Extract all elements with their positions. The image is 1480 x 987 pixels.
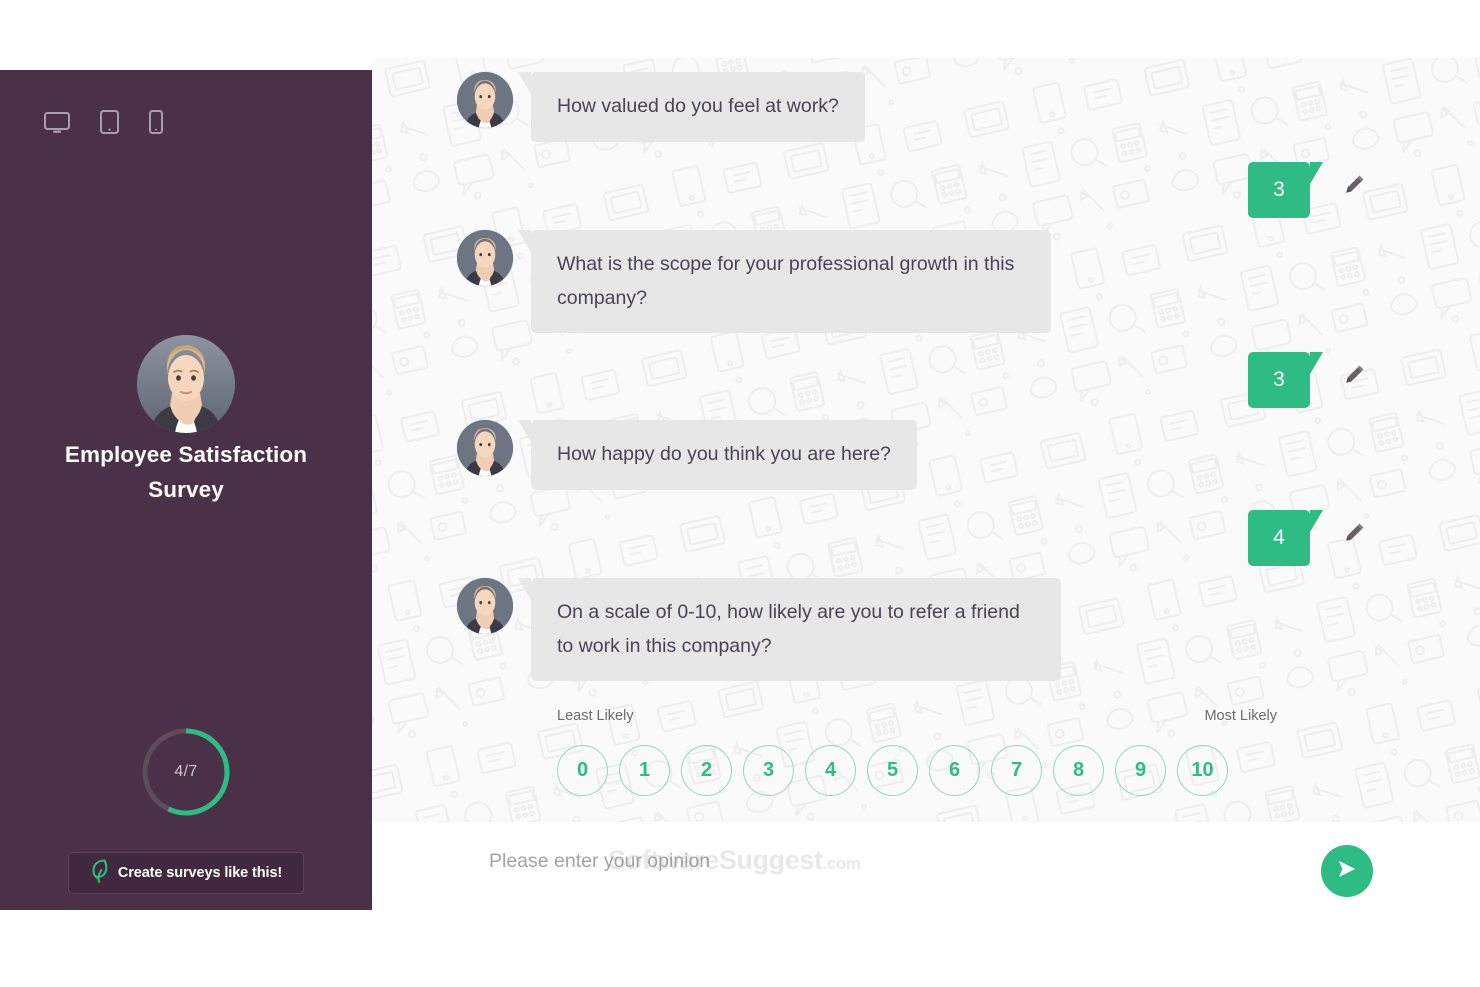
survey-progress-ring: 4/7 [137,723,235,821]
chat-panel: How valued do you feel at work? 3 What i… [372,58,1480,822]
feather-logo-icon [90,858,110,889]
chat-message-answer: 3 [1248,352,1366,408]
chat-message-question: On a scale of 0-10, how likely are you t… [457,578,1061,682]
nps-least-label: Least Likely [557,708,634,724]
chat-message-question: How valued do you feel at work? [457,72,865,142]
question-bubble: How happy do you think you are here? [518,420,917,490]
nps-option-10[interactable]: 10 [1177,745,1228,796]
nps-legend: Least Likely Most Likely [557,708,1277,728]
nps-most-label: Most Likely [1204,708,1277,724]
create-surveys-button[interactable]: Create surveys like this! [68,852,304,894]
create-surveys-label: Create surveys like this! [117,865,283,881]
avatar [457,420,513,476]
send-button[interactable] [1321,845,1373,897]
nps-options: 0 1 2 3 4 5 6 7 8 9 10 [557,745,1277,796]
nps-option-9[interactable]: 9 [1115,745,1166,796]
device-preview-switcher [44,110,163,139]
composer-bar [372,822,1480,987]
pencil-icon[interactable] [1344,521,1366,548]
answer-badge[interactable]: 3 [1248,352,1323,408]
chat-message-answer: 4 [1248,510,1366,566]
chat-message-question: How happy do you think you are here? [457,420,917,490]
question-bubble: On a scale of 0-10, how likely are you t… [518,578,1061,682]
survey-chat-app: Employee Satisfaction Survey 4/7 Create … [0,0,1480,987]
nps-option-2[interactable]: 2 [681,745,732,796]
answer-badge[interactable]: 3 [1248,162,1323,218]
pencil-icon[interactable] [1344,363,1366,390]
survey-title: Employee Satisfaction Survey [64,442,308,502]
answer-badge[interactable]: 4 [1248,510,1323,566]
chat-message-list[interactable]: How valued do you feel at work? 3 What i… [372,58,1480,822]
nps-option-1[interactable]: 1 [619,745,670,796]
progress-label: 4/7 [174,763,198,780]
nps-option-7[interactable]: 7 [991,745,1042,796]
chat-message-answer: 3 [1248,162,1366,218]
tablet-icon[interactable] [100,110,119,139]
avatar [457,230,513,286]
nps-option-0[interactable]: 0 [557,745,608,796]
opinion-input[interactable] [489,850,1369,873]
nps-option-6[interactable]: 6 [929,745,980,796]
nps-option-8[interactable]: 8 [1053,745,1104,796]
avatar [457,72,513,128]
nps-option-5[interactable]: 5 [867,745,918,796]
desktop-icon[interactable] [44,112,70,139]
nps-option-4[interactable]: 4 [805,745,856,796]
send-paper-plane-icon [1334,856,1360,887]
chat-message-question: What is the scope for your professional … [457,230,1051,334]
question-bubble: How valued do you feel at work? [518,72,865,142]
nps-option-3[interactable]: 3 [743,745,794,796]
question-bubble: What is the scope for your professional … [518,230,1051,334]
nps-scale-block: Least Likely Most Likely 0 1 2 3 4 5 6 7… [557,708,1277,796]
mobile-icon[interactable] [149,110,163,139]
pencil-icon[interactable] [1344,173,1366,200]
survey-host-avatar [137,335,235,433]
survey-sidebar: Employee Satisfaction Survey 4/7 Create … [0,70,372,910]
avatar [457,578,513,634]
